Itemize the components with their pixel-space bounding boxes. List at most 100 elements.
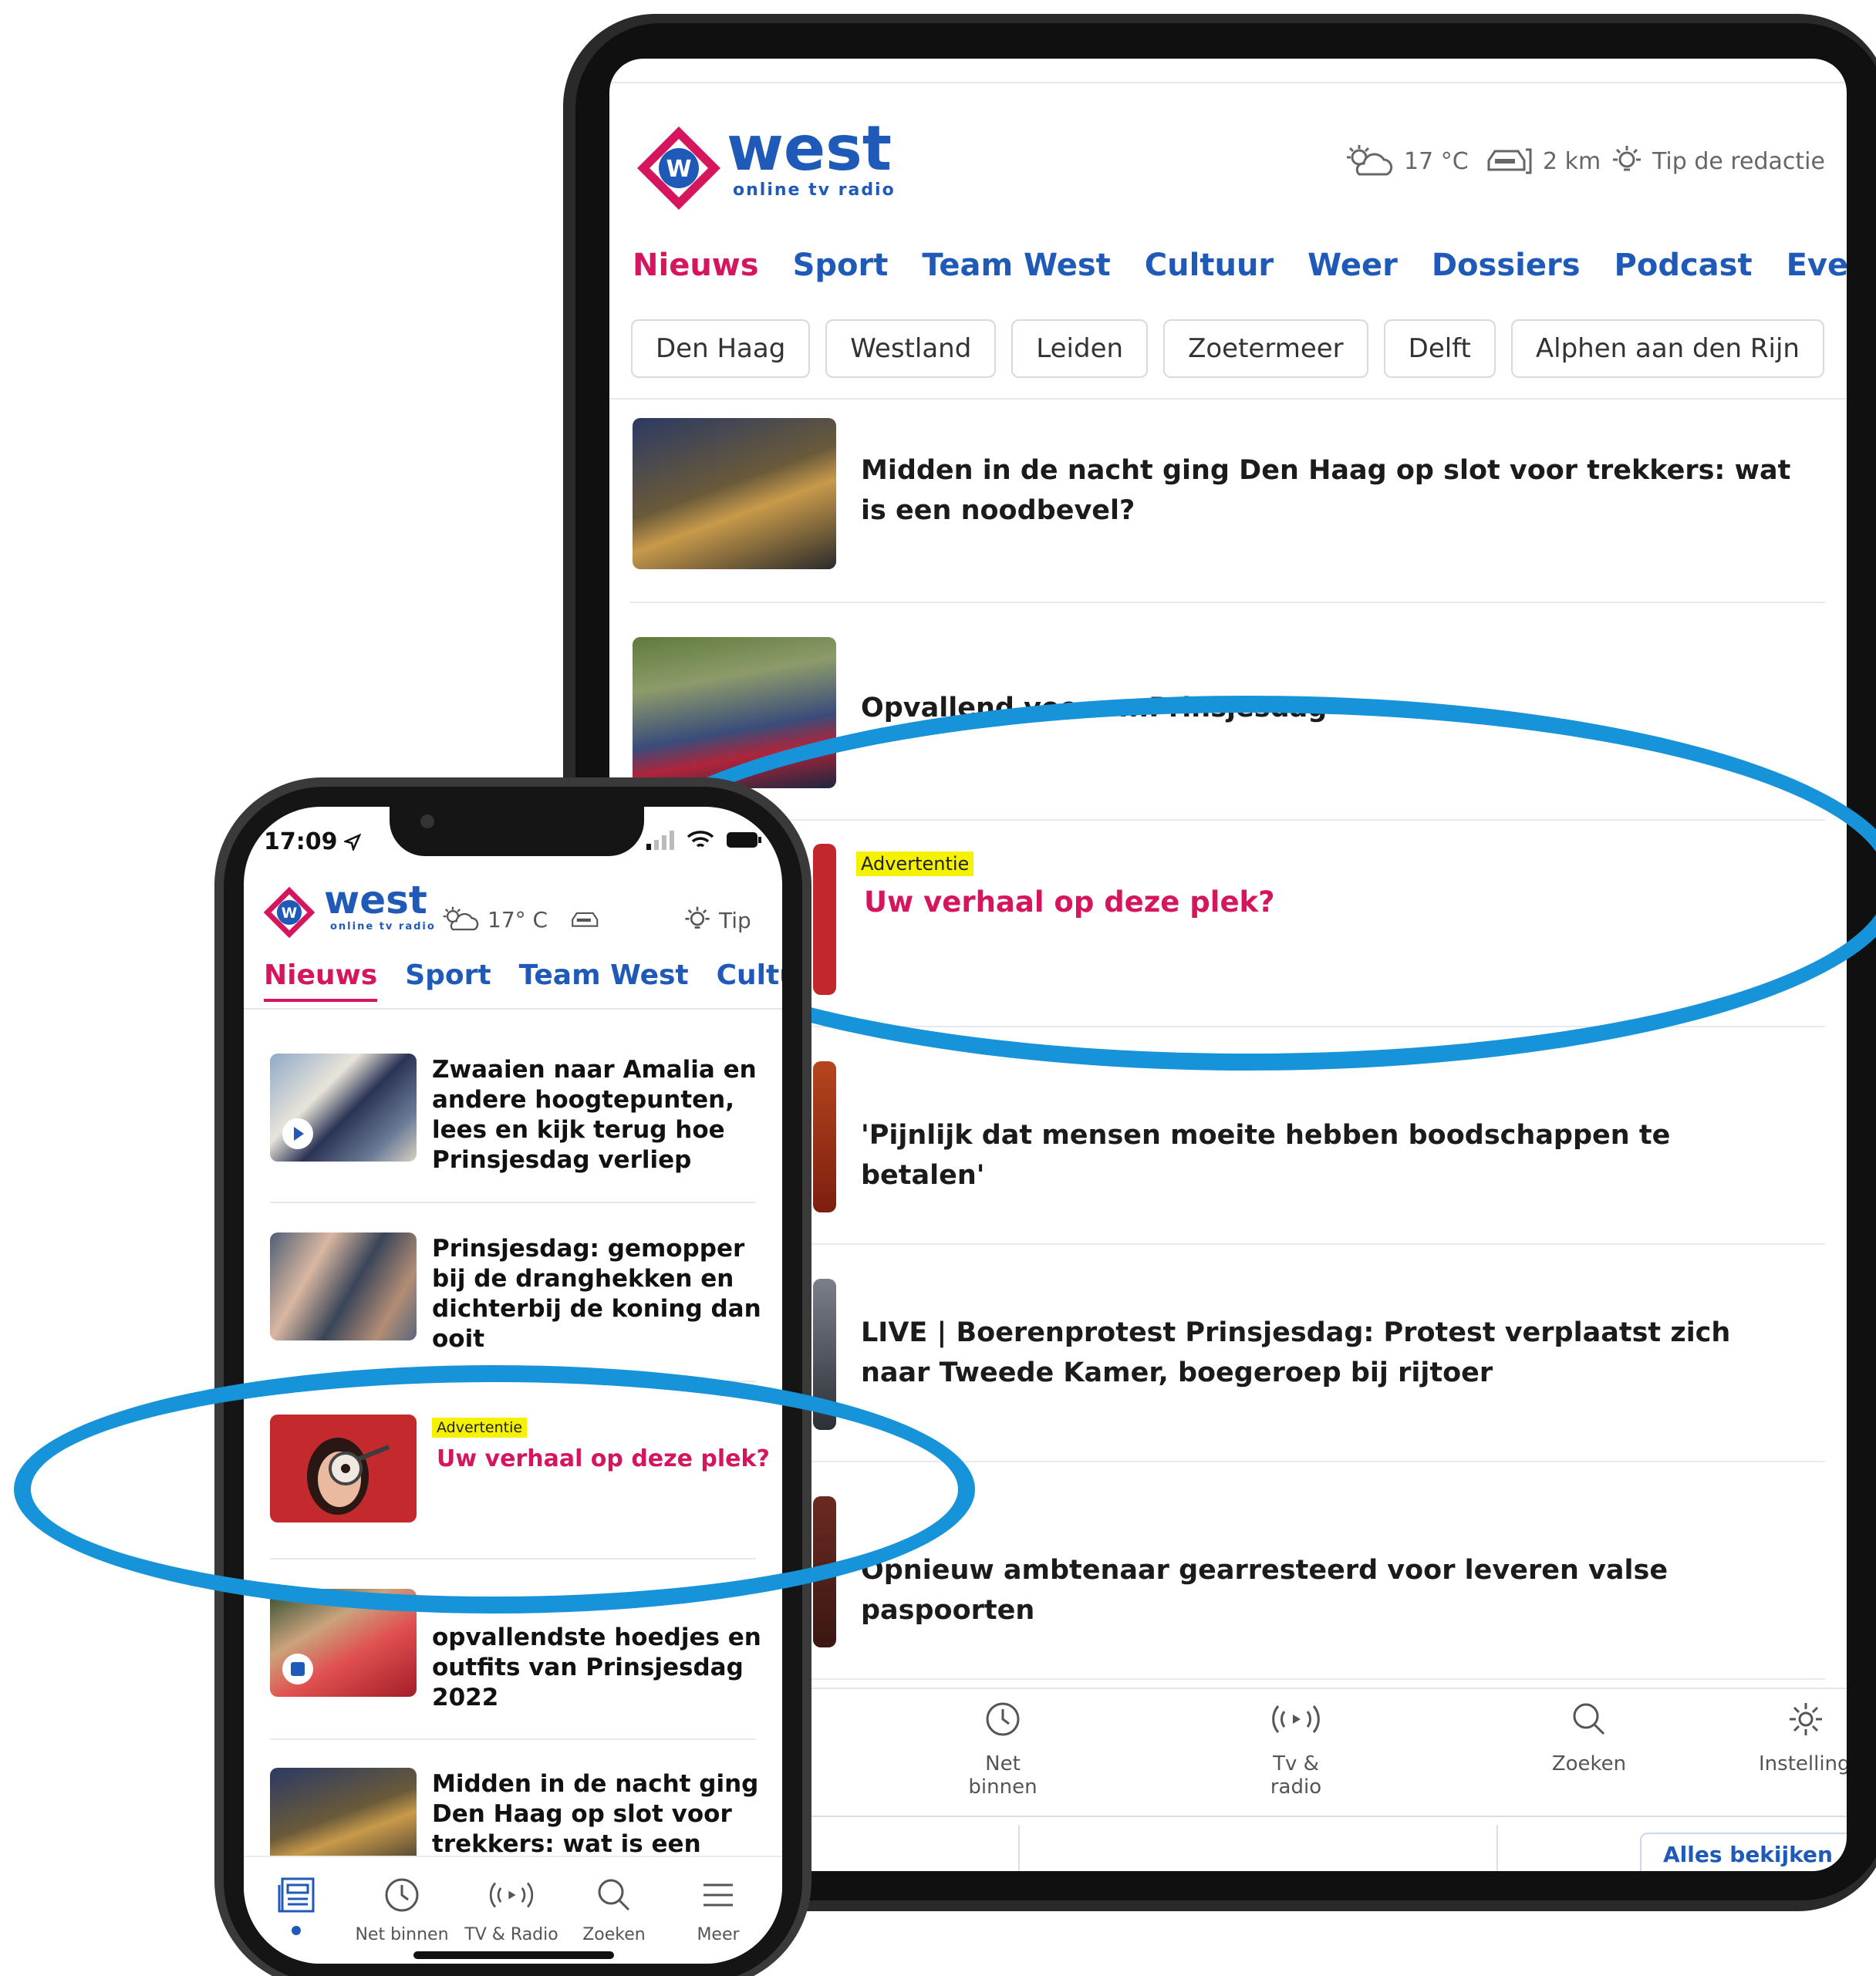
nav-net-binnen[interactable]: Net binnen [352,1876,452,1944]
nav-meer[interactable]: Meer [683,1876,753,1944]
chip-delft[interactable]: Delft [1383,319,1496,378]
wifi-icon [687,831,714,848]
weather-widget[interactable]: 17° C [440,905,548,934]
nav-label: Zoeken [582,1925,646,1944]
broadcast-icon [1272,1705,1320,1733]
nav-label: Net binnen [968,1752,1038,1799]
active-dot-icon [292,1926,301,1935]
footer-column-divider [1018,1825,1020,1871]
chip-westland[interactable]: Westland [825,319,997,378]
tab-evenementen[interactable]: Eveneme [1787,248,1847,283]
tab-team-west[interactable]: Team West [922,248,1110,283]
tab-team-west[interactable]: Team West [519,959,689,1002]
article-thumbnail[interactable] [270,1054,417,1162]
tab-sport[interactable]: Sport [793,248,889,283]
nav-nieuws[interactable] [265,1876,327,1947]
tab-cultuur[interactable]: Cultu [717,959,782,1002]
header-divider [609,82,1847,83]
tab-dossiers[interactable]: Dossiers [1432,248,1581,283]
region-filter: Den Haag Westland Leiden Zoetermeer Delf… [631,319,1824,378]
traffic-car-icon[interactable] [569,907,605,933]
search-icon [598,1879,630,1911]
chip-alphen[interactable]: Alphen aan den Rijn [1510,319,1824,378]
footer-column-divider [1496,1825,1498,1871]
weather-widget[interactable]: 17 °C [1342,143,1469,179]
tip-label: Tip de redactie [1652,147,1825,175]
status-time: 17:09 [264,828,361,855]
partly-cloudy-icon [443,906,479,931]
article-divider [270,1202,756,1203]
gear-icon [1790,1703,1822,1735]
traffic-km: 2 km [1543,147,1601,175]
nav-label: TV & Radio [464,1925,558,1944]
logo-wordmark: west [727,113,892,184]
article-divider [629,602,1825,603]
tab-nieuws[interactable]: Nieuws [633,248,759,283]
view-all-button[interactable]: Alles bekijken [1640,1833,1847,1871]
article-title[interactable]: LIVE | Boerenprotest Prinsjesdag: Protes… [861,1313,1802,1393]
nav-label: Net binnen [355,1925,449,1944]
tab-nieuws[interactable]: Nieuws [264,959,378,1002]
traffic-car-icon [1487,148,1532,174]
article-thumbnail[interactable] [633,418,836,569]
partly-cloudy-icon [1347,145,1393,176]
article-divider [270,1738,756,1740]
tabs-divider [244,1008,782,1010]
article-title[interactable]: 'Pijnlijk dat mensen moeite hebben boods… [861,1115,1802,1195]
article-title[interactable]: Prinsjesdag: gemopper bij de dranghekken… [432,1234,764,1354]
location-arrow-icon [343,833,361,851]
chip-den-haag[interactable]: Den Haag [631,319,811,378]
article-title[interactable]: opvallendste hoedjes en outfits van Prin… [432,1623,764,1713]
traffic-widget[interactable]: 2 km [1484,143,1601,179]
home-indicator[interactable] [413,1951,614,1959]
nav-zoeken[interactable]: Zoeken [575,1876,653,1944]
menu-icon [704,1883,733,1907]
article-title[interactable]: Zwaaien naar Amalia en andere hoogtepunt… [432,1055,764,1175]
article-title[interactable]: Opnieuw ambtenaar gearresteerd voor leve… [861,1550,1802,1630]
nav-tv-radio[interactable]: TV & Radio [461,1876,562,1944]
tip-link[interactable]: Tip de redactie [1609,143,1825,179]
tab-sport[interactable]: Sport [405,959,491,1002]
lightbulb-icon [1613,146,1641,171]
nav-label: Meer [697,1925,740,1944]
signal-icon [646,831,674,850]
svg-text:W: W [666,156,691,183]
broadcast-icon [489,1882,534,1908]
newspaper-icon [278,1877,315,1913]
logo-subline: online tv radio [330,921,436,932]
gallery-icon [282,1654,313,1684]
nav-instellingen[interactable]: Instelling [1759,1700,1847,1775]
article-title[interactable]: Midden in de nacht ging Den Haag op slot… [861,450,1802,531]
weather-temp: 17° C [488,906,548,932]
bottom-tab-bar: Net binnen TV & Radio Zoeken Meer [244,1856,782,1964]
west-logo-icon[interactable]: W [633,122,725,214]
nav-zoeken[interactable]: Zoeken [1543,1700,1635,1775]
chip-zoetermeer[interactable]: Zoetermeer [1163,319,1368,378]
nav-label: Tv & radio [1270,1752,1322,1799]
chip-leiden[interactable]: Leiden [1011,319,1149,378]
tab-podcast[interactable]: Podcast [1615,248,1753,283]
article-thumbnail[interactable] [813,1061,836,1212]
category-tabs: Nieuws Sport Team West Cultuur Weer Doss… [633,248,1847,283]
tab-cultuur[interactable]: Cultuur [1145,248,1274,283]
article-title[interactable]: Midden in de nacht ging Den Haag op slot… [432,1769,764,1854]
clock-icon [385,1878,419,1912]
logo-wordmark: west [324,878,427,922]
lightbulb-icon [685,906,710,929]
search-icon [1573,1703,1605,1735]
play-icon [282,1118,313,1149]
tab-weer[interactable]: Weer [1307,248,1398,283]
tip-label: Tip [719,907,751,933]
tip-link[interactable]: Tip [682,905,751,936]
filter-divider [609,398,1847,400]
west-logo-icon[interactable]: W [261,884,318,941]
nav-tv-radio[interactable]: Tv & radio [1250,1700,1342,1799]
nav-net-binnen[interactable]: Net binnen [957,1700,1049,1799]
status-icons [645,830,762,850]
logo-subline: online tv radio [733,180,896,200]
phone-notch [390,787,644,856]
svg-text:W: W [282,905,297,922]
article-thumbnail[interactable] [270,1232,417,1340]
battery-icon [727,832,761,848]
highlight-ring [14,1365,975,1614]
